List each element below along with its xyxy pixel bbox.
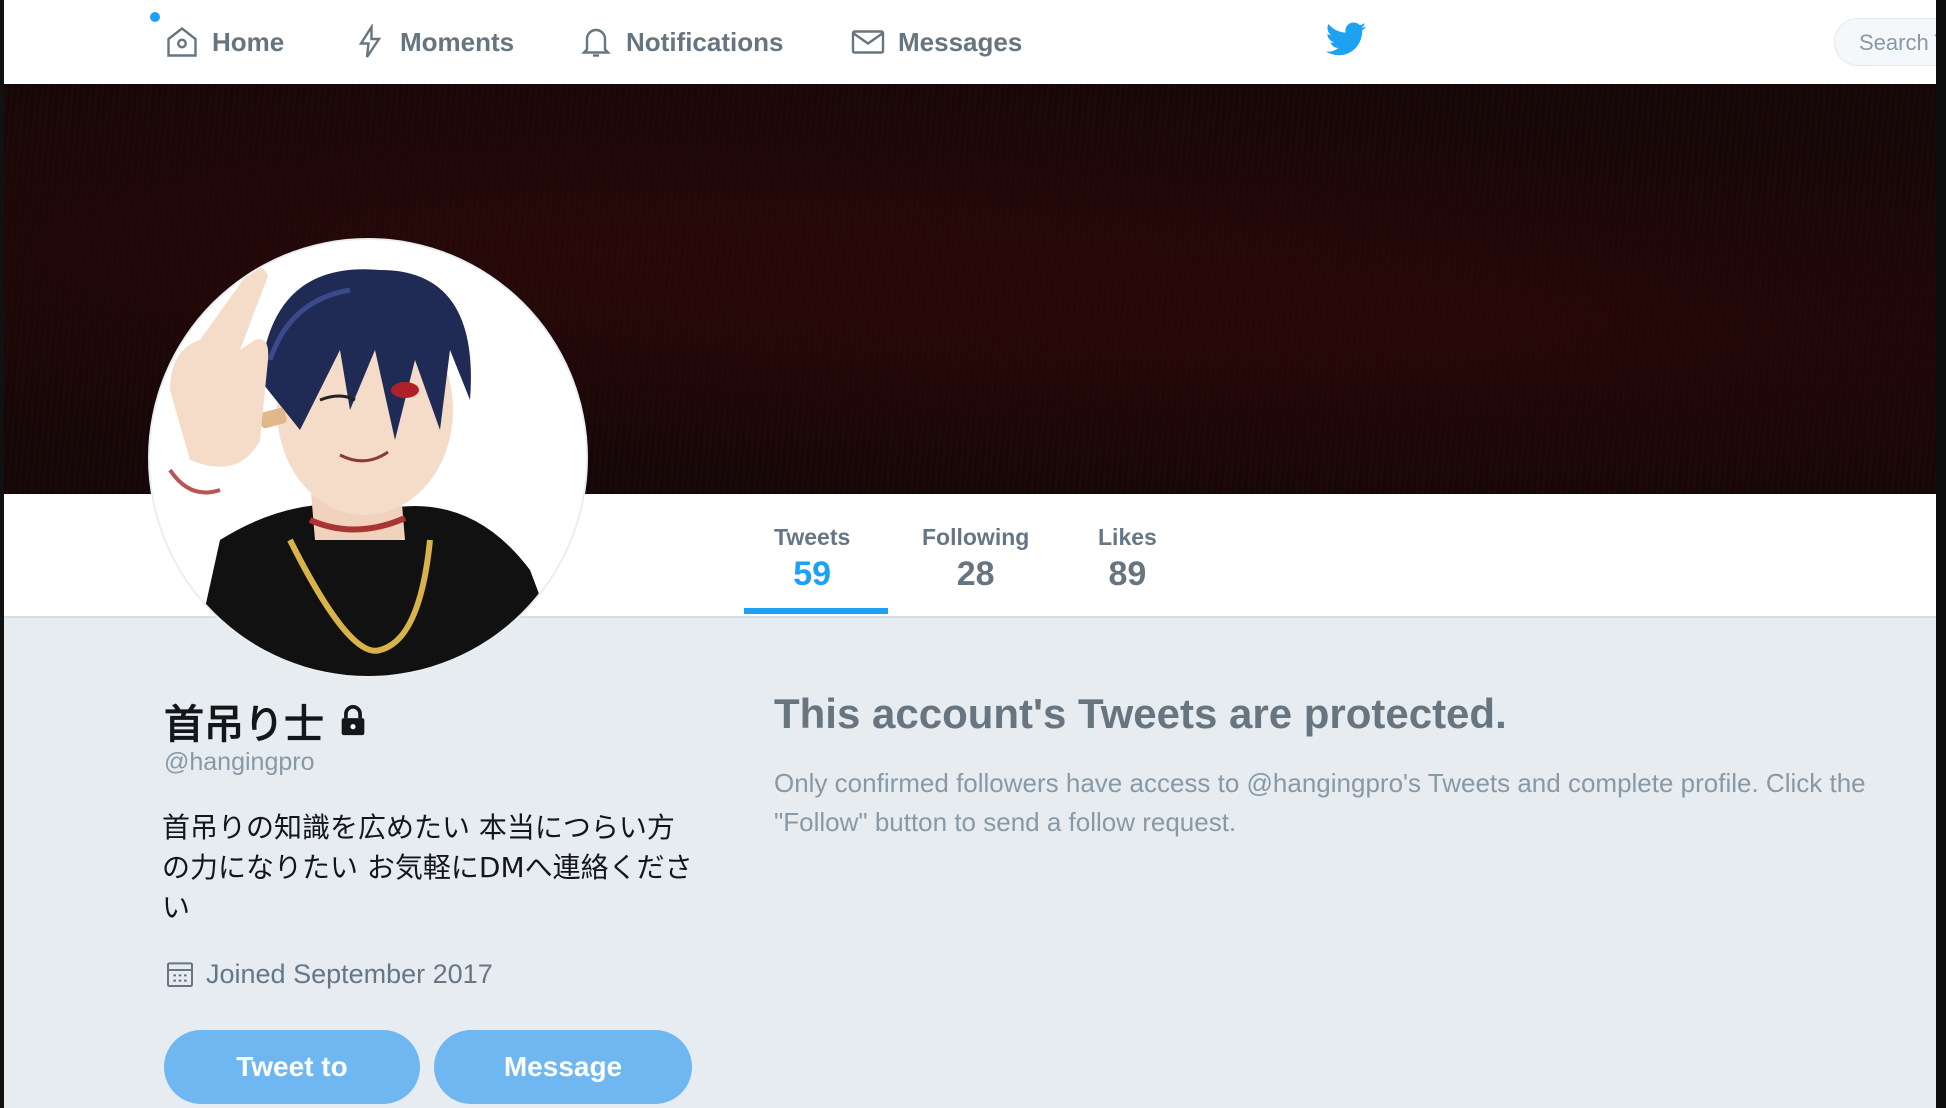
- join-date: Joined September 2017: [164, 958, 493, 990]
- stat-following-label: Following: [922, 524, 1030, 550]
- profile-name-text: 首吊り士: [164, 702, 324, 748]
- profile-name: 首吊り士: [164, 692, 370, 750]
- protected-title: This account's Tweets are protected.: [774, 690, 1507, 737]
- top-nav: Home Moments Notifications Messages Sear…: [4, 0, 1946, 85]
- nav-notifications-label: Notifications: [626, 26, 784, 57]
- stat-following[interactable]: Following 28: [922, 524, 1029, 594]
- twitter-bird-icon[interactable]: [1322, 18, 1370, 62]
- nav-home-label: Home: [212, 26, 285, 57]
- envelope-icon: [851, 30, 885, 54]
- home-icon: [167, 26, 197, 57]
- stat-tweets[interactable]: Tweets 59: [774, 524, 850, 594]
- stat-tweets-value: 59: [793, 555, 832, 593]
- nav-notifications[interactable]: Notifications: [578, 22, 783, 62]
- calendar-icon: [167, 962, 193, 987]
- new-content-dot: [150, 12, 160, 22]
- stat-tweets-label: Tweets: [774, 524, 851, 550]
- nav-home[interactable]: Home: [164, 22, 284, 62]
- nav-messages-label: Messages: [898, 26, 1023, 57]
- tweet-to-button[interactable]: Tweet to: [164, 1030, 420, 1104]
- avatar-illustration: [150, 240, 586, 676]
- join-date-text: Joined September 2017: [206, 958, 493, 989]
- protected-description: Only confirmed followers have access to …: [774, 768, 1866, 837]
- window-edge-right: [1936, 0, 1946, 1108]
- lightning-icon: [358, 24, 382, 58]
- nav-moments[interactable]: Moments: [352, 22, 514, 62]
- stat-likes[interactable]: Likes 89: [1098, 524, 1157, 594]
- stat-likes-label: Likes: [1098, 524, 1157, 550]
- search-input[interactable]: Search T: [1834, 18, 1946, 66]
- bell-icon: [581, 28, 611, 57]
- profile-bio: 首吊りの知識を広めたい 本当につらい方の力になりたい お気軽にDMへ連絡ください: [162, 811, 693, 924]
- profile-avatar[interactable]: [150, 240, 586, 676]
- profile-handle[interactable]: @hangingpro: [164, 748, 315, 777]
- stat-likes-value: 89: [1108, 555, 1147, 593]
- stat-following-value: 28: [956, 555, 995, 593]
- nav-moments-label: Moments: [400, 26, 515, 57]
- message-button[interactable]: Message: [434, 1030, 692, 1104]
- lock-icon: [341, 705, 365, 736]
- window-edge-left: [0, 0, 4, 1108]
- nav-messages[interactable]: Messages: [850, 22, 1022, 62]
- active-tab-underline: [744, 608, 888, 614]
